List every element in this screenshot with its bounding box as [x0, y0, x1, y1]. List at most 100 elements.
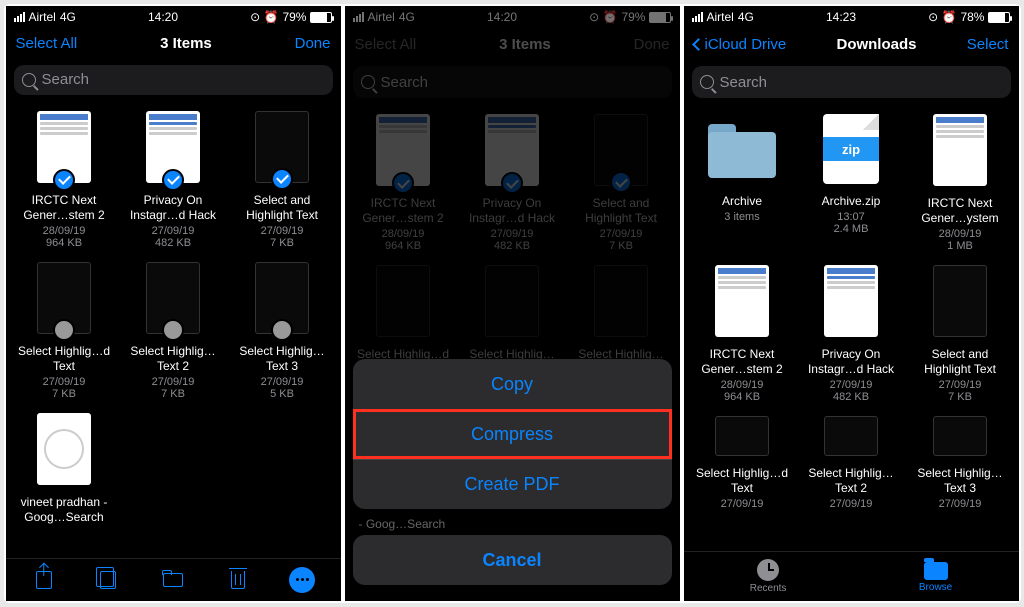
file-item[interactable]: IRCTC Next Gener…ystem 28/09/19 1 MB: [908, 114, 1013, 259]
file-item[interactable]: zip Archive.zip 13:07 2.4 MB: [799, 114, 904, 259]
file-thumbnail: [37, 111, 91, 183]
cancel-button[interactable]: Cancel: [353, 535, 672, 585]
status-bar: Airtel 4G 14:20 ⊙ ⏰ 79%: [6, 6, 341, 26]
file-name: Select and Highlight Text: [569, 196, 674, 226]
zip-icon: zip: [823, 114, 879, 184]
network-label: 4G: [60, 10, 76, 24]
done-button[interactable]: Done: [295, 35, 331, 52]
file-grid: IRCTC Next Gener…stem 2 28/09/19 964 KB …: [6, 105, 341, 558]
search-input[interactable]: Search: [14, 65, 333, 95]
share-button[interactable]: [31, 567, 57, 593]
search-placeholder: Search: [42, 71, 90, 88]
file-date: 27/09/19: [600, 228, 643, 240]
file-size: 964 KB: [724, 391, 760, 403]
battery-icon: [988, 12, 1010, 23]
battery-icon: [310, 12, 332, 23]
more-button[interactable]: [289, 567, 315, 593]
signal-icon: [14, 12, 25, 22]
file-name: IRCTC Next Gener…stem 2: [12, 193, 117, 223]
file-item[interactable]: Select Highlig…Text 2 27/09/19 7 KB: [121, 262, 226, 407]
file-name: IRCTC Next Gener…ystem: [908, 196, 1013, 226]
file-item[interactable]: IRCTC Next Gener…stem 2 28/09/19 964 KB: [12, 111, 117, 256]
file-date: 27/09/19: [43, 376, 86, 388]
file-size: 7 KB: [52, 388, 76, 400]
file-item[interactable]: IRCTC Next Gener…stem 2 28/09/19 964 KB: [690, 265, 795, 410]
file-item[interactable]: vineet pradhan - Goog…Search: [12, 413, 117, 558]
alarm-icon: ⊙ ⏰: [250, 10, 278, 24]
file-size: 482 KB: [494, 240, 530, 252]
file-item[interactable]: Select Highlig…d Text 27/09/19 7 KB: [12, 262, 117, 407]
file-name: Select Highlig…Text 2: [799, 466, 904, 496]
delete-button[interactable]: [225, 567, 251, 593]
file-date: 27/09/19: [830, 379, 873, 391]
file-item[interactable]: Select Highlig…Text 3 27/09/19 5 KB: [230, 262, 335, 407]
file-item[interactable]: Select Highlig…Text 2 27/09/19: [799, 416, 904, 510]
trash-icon: [231, 571, 245, 589]
file-name: vineet pradhan - Goog…Search: [12, 495, 117, 525]
tab-label: Recents: [750, 583, 787, 594]
file-item: Select and Highlight Text 27/09/19 7 KB: [569, 114, 674, 259]
move-button[interactable]: [160, 567, 186, 593]
carrier-label: Airtel: [29, 10, 56, 24]
nav-title: 3 Items: [499, 36, 551, 53]
file-item[interactable]: Select and Highlight Text 27/09/19 7 KB: [908, 265, 1013, 410]
checkmark-icon: [392, 172, 414, 194]
duplicate-button[interactable]: [95, 567, 121, 593]
search-placeholder: Search: [720, 74, 768, 91]
search-icon: [700, 75, 714, 89]
file-size: 964 KB: [46, 237, 82, 249]
file-meta: 3 items: [724, 211, 759, 223]
folder-item[interactable]: Archive 3 items: [690, 114, 795, 259]
search-input: Search: [353, 66, 672, 98]
status-bar: Airtel 4G 14:20 ⊙ ⏰ 79%: [345, 6, 680, 26]
back-button[interactable]: iCloud Drive: [694, 36, 787, 53]
tab-recents[interactable]: Recents: [750, 559, 787, 594]
create-pdf-button[interactable]: Create PDF: [353, 459, 672, 509]
tab-browse[interactable]: Browse: [919, 560, 952, 593]
file-name: Privacy On Instagr…d Hack: [460, 196, 565, 226]
search-icon: [22, 73, 36, 87]
nav-title: 3 Items: [160, 35, 212, 52]
tab-label: Browse: [919, 582, 952, 593]
search-input[interactable]: Search: [692, 66, 1011, 98]
file-grid: Archive 3 items zip Archive.zip 13:07 2.…: [684, 108, 1019, 551]
file-thumbnail: [37, 413, 91, 485]
select-all-button: Select All: [355, 36, 417, 53]
file-size: 1 MB: [947, 240, 973, 252]
file-item[interactable]: Privacy On Instagr…d Hack 27/09/19 482 K…: [799, 265, 904, 410]
clock-label: 14:20: [487, 10, 517, 24]
file-date: 13:07: [837, 211, 865, 223]
file-thumbnail: [933, 114, 987, 186]
file-item[interactable]: Select Highlig…d Text 27/09/19: [690, 416, 795, 510]
signal-icon: [692, 12, 703, 22]
file-item[interactable]: Select and Highlight Text 27/09/19 7 KB: [230, 111, 335, 256]
check-circle-icon: [53, 319, 75, 341]
select-button[interactable]: Select: [967, 36, 1009, 53]
file-item: Privacy On Instagr…d Hack 27/09/19 482 K…: [460, 114, 565, 259]
bottom-toolbar: [6, 558, 341, 601]
select-all-button[interactable]: Select All: [16, 35, 78, 52]
share-icon: [36, 571, 52, 589]
battery-label: 78%: [960, 10, 984, 24]
file-thumbnail: [376, 265, 430, 337]
file-date: 27/09/19: [261, 225, 304, 237]
checkmark-icon: [53, 169, 75, 191]
compress-button[interactable]: Compress: [353, 409, 672, 459]
file-thumbnail: [715, 416, 769, 456]
file-item[interactable]: Select Highlig…Text 3 27/09/19: [908, 416, 1013, 510]
duplicate-icon: [100, 571, 116, 589]
clock-label: 14:20: [148, 10, 178, 24]
zip-label: zip: [823, 137, 879, 161]
file-date: 27/09/19: [721, 498, 764, 510]
file-size: 7 KB: [161, 388, 185, 400]
folder-icon: [708, 124, 776, 178]
file-item[interactable]: Privacy On Instagr…d Hack 27/09/19 482 K…: [121, 111, 226, 256]
file-name: Privacy On Instagr…d Hack: [799, 347, 904, 377]
file-size: 7 KB: [948, 391, 972, 403]
folder-icon: [163, 573, 183, 587]
signal-icon: [353, 12, 364, 22]
file-date: 27/09/19: [261, 376, 304, 388]
network-label: 4G: [399, 10, 415, 24]
phone-screen-3: Airtel 4G 14:23 ⊙ ⏰ 78% iCloud Drive Dow…: [684, 6, 1019, 601]
copy-button[interactable]: Copy: [353, 359, 672, 409]
